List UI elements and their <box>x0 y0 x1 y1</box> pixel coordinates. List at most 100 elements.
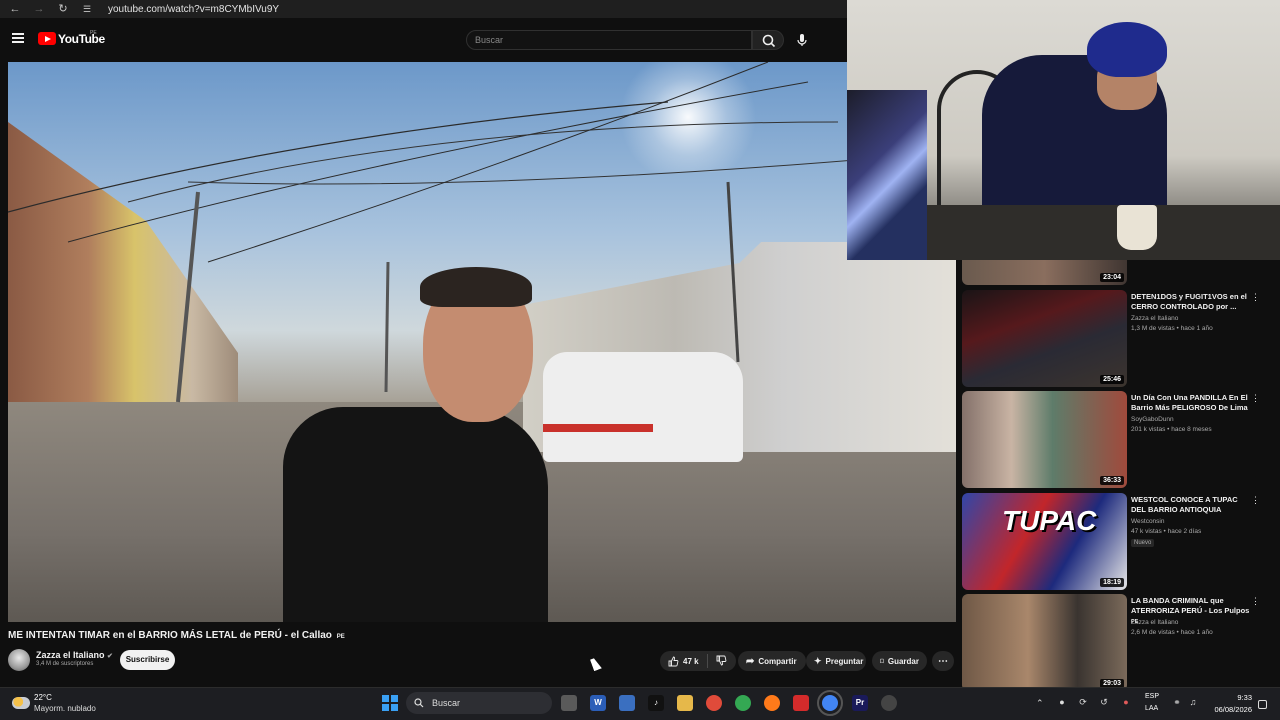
ask-label: Preguntar <box>825 656 864 666</box>
recommendation-item[interactable]: 23:04 <box>962 260 1272 285</box>
save-label: Guardar <box>887 656 919 666</box>
recommendation-thumbnail[interactable]: 23:04 <box>962 260 1127 285</box>
tiktok-icon[interactable]: ♪ <box>648 695 664 711</box>
like-button[interactable]: 47 k <box>668 656 699 667</box>
more-actions-button[interactable]: ⋯ <box>932 651 954 671</box>
volume-icon[interactable]: ♫ <box>1187 696 1199 708</box>
weather-description[interactable]: Mayorm. nublado <box>34 704 96 713</box>
recommendation-meta: 1,3 M de vistas • hace 1 año <box>1131 325 1213 332</box>
clock-date[interactable]: 06/08/2026 <box>1205 705 1252 714</box>
weather-cloud-icon[interactable] <box>12 697 30 709</box>
channel-name[interactable]: Zazza el Italiano ✔ <box>36 650 113 660</box>
recommendation-title-text[interactable]: LA BANDA CRIMINAL que ATERRORIZA PERÚ - … <box>1131 596 1249 615</box>
webcam-overlay <box>847 0 1280 260</box>
chrome-profile-icon[interactable] <box>735 695 751 711</box>
address-bar[interactable]: youtube.com/watch?v=m8CYMbIVu9Y <box>108 4 279 15</box>
task-view-icon[interactable] <box>561 695 577 711</box>
back-icon[interactable]: ← <box>8 2 22 16</box>
microphone-icon <box>797 34 807 46</box>
firefox-icon[interactable] <box>764 695 780 711</box>
clock-time[interactable]: 9:33 <box>1210 693 1252 702</box>
channel-avatar[interactable] <box>8 649 30 671</box>
tray-update-icon[interactable]: ↺ <box>1098 696 1110 708</box>
recommendation-item[interactable]: 25:46 DETEN1DOS y FUGIT1VOS en el CERRO … <box>962 290 1272 387</box>
more-vertical-icon[interactable]: ⋮ <box>1251 393 1260 404</box>
taskbar-search[interactable]: Buscar <box>406 692 552 714</box>
duration-badge: 25:46 <box>1100 375 1124 384</box>
search-icon <box>414 698 424 708</box>
youtube-logo-icon[interactable] <box>38 32 56 45</box>
youtube-wordmark[interactable]: YouTube <box>58 32 105 46</box>
thumbnail-overlay-text: TUPAC <box>1002 505 1097 536</box>
save-button[interactable]: Guardar <box>872 651 927 671</box>
recommendation-title[interactable]: DETEN1DOS y FUGIT1VOS en el CERRO CONTRO… <box>1131 292 1251 312</box>
recommendation-item[interactable]: 29:03 LA BANDA CRIMINAL que ATERRORIZA P… <box>962 594 1272 691</box>
search-button[interactable] <box>752 30 784 50</box>
recommendation-channel[interactable]: Westconsin <box>1131 518 1164 525</box>
microphone-icon[interactable]: ● <box>1120 696 1132 708</box>
wifi-icon[interactable]: ⚭ <box>1171 696 1183 708</box>
tray-app-icon[interactable]: ● <box>1056 696 1068 708</box>
recommendation-item[interactable]: TUPAC 18:19 WESTCOL CONOCE A TUPAC DEL B… <box>962 493 1272 590</box>
recommendation-item[interactable]: 36:33 Un Día Con Una PANDILLA En El Barr… <box>962 391 1272 488</box>
subscribe-button[interactable]: Suscribirse <box>120 650 175 670</box>
app-red-icon[interactable] <box>793 695 809 711</box>
premiere-icon[interactable]: Pr <box>852 695 868 711</box>
webcam-monitor <box>847 90 927 260</box>
taskbar-search-label: Buscar <box>432 698 461 708</box>
more-horizontal-icon: ⋯ <box>938 655 948 667</box>
youtube-header: YouTube PE Buscar <box>0 18 847 62</box>
webcam-table <box>927 205 1280 260</box>
ask-button[interactable]: ✦ Preguntar <box>806 651 866 671</box>
recommendation-thumbnail[interactable]: TUPAC 18:19 <box>962 493 1127 590</box>
dislike-button[interactable] <box>716 655 727 668</box>
voice-search-button[interactable] <box>791 30 813 50</box>
recommendation-thumbnail[interactable]: 29:03 <box>962 594 1127 691</box>
obs-icon[interactable] <box>881 695 897 711</box>
language-indicator[interactable]: ESP <box>1145 693 1159 700</box>
notification-icon[interactable] <box>1258 700 1267 709</box>
search-input[interactable]: Buscar <box>466 30 752 50</box>
recommendation-title[interactable]: Un Día Con Una PANDILLA En El Barrio Más… <box>1131 393 1251 413</box>
new-badge: Nuevo <box>1131 539 1155 547</box>
sparkle-icon: ✦ <box>814 655 822 666</box>
recommendation-channel[interactable]: Zazza el Italiano <box>1131 619 1178 626</box>
chrome-icon[interactable] <box>706 695 722 711</box>
keyboard-layout-indicator[interactable]: LAA <box>1145 705 1158 712</box>
tray-sync-icon[interactable]: ⟳ <box>1077 696 1089 708</box>
bookmark-icon <box>880 658 884 664</box>
reload-icon[interactable]: ↻ <box>56 2 70 16</box>
verified-icon: ✔ <box>107 653 113 660</box>
recommendation-channel[interactable]: SoyGaboDunn <box>1131 416 1174 423</box>
store-icon[interactable] <box>619 695 635 711</box>
country-code: PE <box>90 30 97 36</box>
duration-badge: 36:33 <box>1100 476 1124 485</box>
recommendation-meta: 47 k vistas • hace 2 días <box>1131 528 1202 535</box>
recommendation-title[interactable]: WESTCOL CONOCE A TUPAC DEL BARRIO ANTIOQ… <box>1131 495 1251 515</box>
like-dislike-group: 47 k <box>660 651 736 671</box>
chevron-up-icon[interactable]: ⌃ <box>1036 698 1044 709</box>
hamburger-menu-icon[interactable] <box>12 33 24 43</box>
chrome-active-icon[interactable] <box>817 690 843 716</box>
recommendation-thumbnail[interactable]: 25:46 <box>962 290 1127 387</box>
word-icon[interactable]: W <box>590 695 606 711</box>
share-button[interactable]: ➦ Compartir <box>738 651 806 671</box>
recommendation-thumbnail[interactable]: 36:33 <box>962 391 1127 488</box>
search-icon <box>762 34 776 48</box>
weather-temperature[interactable]: 22°C <box>34 693 52 702</box>
forward-icon[interactable]: → <box>32 2 46 16</box>
share-icon: ➦ <box>746 655 755 667</box>
more-vertical-icon[interactable]: ⋮ <box>1251 292 1260 303</box>
recommendation-channel[interactable]: Zazza el Italiano <box>1131 315 1178 322</box>
thumbs-up-icon <box>668 656 679 666</box>
more-vertical-icon[interactable]: ⋮ <box>1251 596 1260 607</box>
video-player[interactable] <box>8 62 956 622</box>
channel-name-text[interactable]: Zazza el Italiano <box>36 650 105 660</box>
site-info-icon[interactable]: ☰ <box>80 2 94 16</box>
windows-start-icon[interactable] <box>382 695 398 711</box>
more-vertical-icon[interactable]: ⋮ <box>1251 495 1260 506</box>
folder-icon[interactable] <box>677 695 693 711</box>
recommendation-meta: 2,6 M de vistas • hace 1 año <box>1131 629 1213 636</box>
duration-badge: 18:19 <box>1100 578 1124 587</box>
duration-badge: 23:04 <box>1100 273 1124 282</box>
